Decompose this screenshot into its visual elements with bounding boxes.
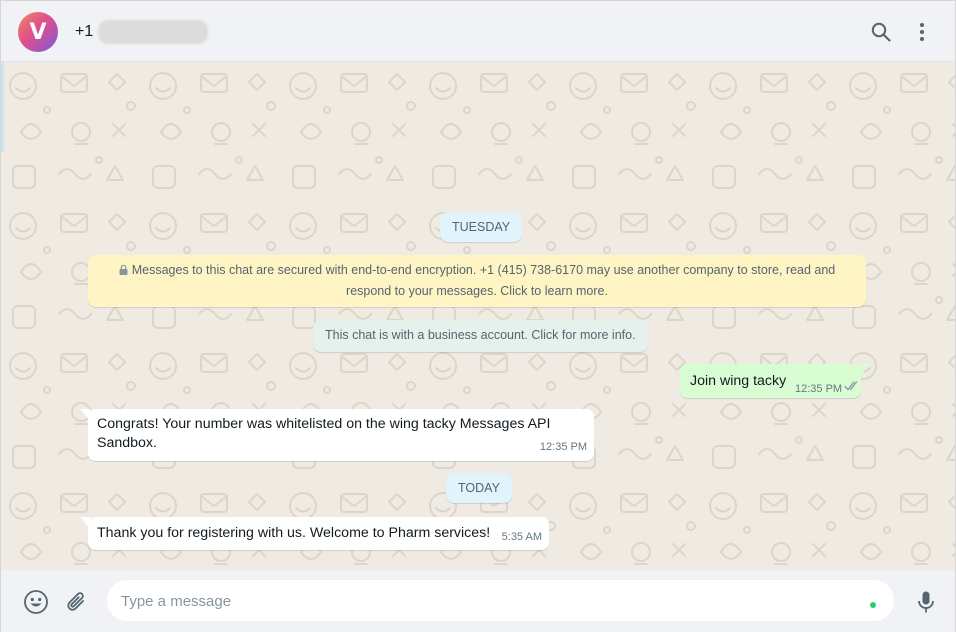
message-time: 12:35 PM xyxy=(539,441,587,453)
message-bubble-outgoing[interactable]: Join wing tacky 12:35 PM xyxy=(680,364,861,398)
message-bubble-incoming[interactable]: Congrats! Your number was whitelisted on… xyxy=(88,409,594,461)
redacted-number xyxy=(98,20,208,44)
message-text: Thank you for registering with us. Welco… xyxy=(97,525,491,541)
left-edge-accent xyxy=(1,62,4,152)
message-input[interactable] xyxy=(119,580,863,623)
attach-icon[interactable] xyxy=(64,589,90,615)
message-input-container[interactable] xyxy=(107,580,894,623)
business-account-notice[interactable]: This chat is with a business account. Cl… xyxy=(313,320,648,352)
emoji-icon[interactable] xyxy=(23,589,49,615)
read-receipt-icon xyxy=(844,381,858,391)
search-icon[interactable] xyxy=(869,20,893,44)
contact-avatar[interactable]: V xyxy=(18,12,58,52)
chat-header[interactable]: V +1 xyxy=(1,1,955,62)
message-composer xyxy=(1,570,955,632)
message-time: 12:35 PM xyxy=(795,383,843,395)
lock-icon xyxy=(119,264,128,275)
mic-icon[interactable] xyxy=(913,589,939,615)
typing-indicator-dot xyxy=(870,602,876,608)
message-time: 5:35 AM xyxy=(501,531,542,543)
message-text: Congrats! Your number was whitelisted on… xyxy=(97,416,551,451)
date-divider-tuesday: TUESDAY xyxy=(440,212,523,242)
avatar-letter: V xyxy=(29,19,47,45)
encryption-notice[interactable]: Messages to this chat are secured with e… xyxy=(88,255,866,307)
date-divider-today: TODAY xyxy=(446,473,512,503)
whatsapp-chat-window: V +1 TUESDAY Messages to this chat are s… xyxy=(0,0,956,632)
message-bubble-incoming[interactable]: Thank you for registering with us. Welco… xyxy=(88,517,549,550)
bubble-tail-outgoing xyxy=(860,364,870,376)
contact-name[interactable]: +1 xyxy=(75,23,93,41)
encryption-notice-text: Messages to this chat are secured with e… xyxy=(131,263,836,298)
message-list[interactable]: TUESDAY Messages to this chat are secure… xyxy=(1,62,955,570)
message-text: Join wing tacky xyxy=(690,373,787,389)
menu-dots-icon[interactable] xyxy=(910,20,934,44)
